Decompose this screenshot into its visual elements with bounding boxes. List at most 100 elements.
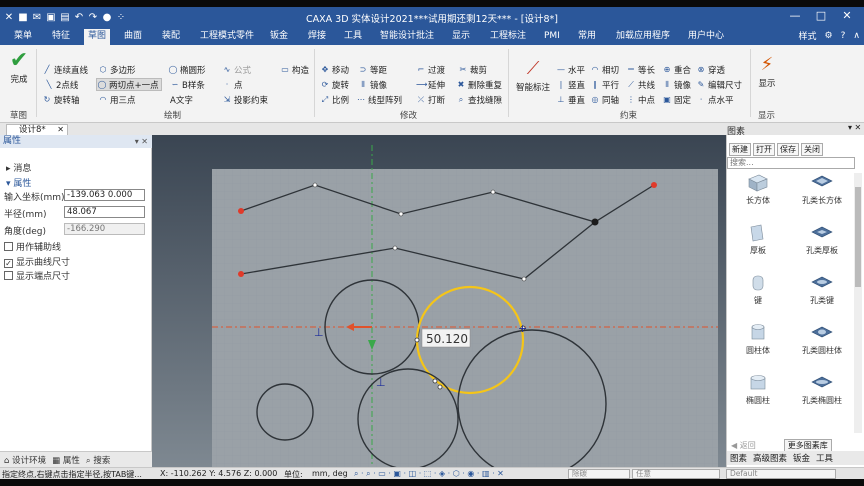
delete-duplicates-button[interactable]: ✖ 删除重复: [456, 78, 502, 91]
edit-dimension-button[interactable]: ✎ 编辑尺寸: [696, 78, 742, 91]
status-dropdown-2[interactable]: 任意: [632, 469, 720, 479]
parallel-constraint-button[interactable]: ∥ 平行: [590, 78, 619, 91]
document-tab[interactable]: 设计8* ✕: [6, 124, 68, 135]
two-point-line-button[interactable]: ╲ 2点线: [44, 78, 79, 91]
pierce-button[interactable]: ⊗ 穿透: [696, 63, 725, 76]
status-dropdown-3[interactable]: Default: [726, 469, 836, 479]
endpoint-marker[interactable]: [238, 271, 244, 277]
construct-button[interactable]: ▭ 构造: [280, 63, 309, 76]
help-icon[interactable]: ?: [841, 31, 846, 41]
tab-design-environment[interactable]: ⌂ 设计环境: [4, 454, 46, 466]
tab-pmi[interactable]: PMI: [540, 29, 564, 45]
gear-icon[interactable]: ⚙: [825, 31, 833, 41]
linear-array-button[interactable]: ⋯ 线型阵列: [356, 93, 402, 106]
formula-button[interactable]: ∿ 公式: [222, 63, 251, 76]
show-curve-dim-checkbox[interactable]: ✓ 显示曲线尺寸: [4, 255, 70, 268]
design-canvas[interactable]: ⊥ ⊥ + 50.120: [152, 135, 726, 467]
projection-constraint-button[interactable]: ⇲ 投影约束: [222, 93, 268, 106]
library-open-button[interactable]: 打开: [753, 143, 775, 156]
rotation-axis-button[interactable]: ↻ 旋转轴: [42, 93, 80, 106]
status-toolbar-icons[interactable]: ⌕ · ⌕ · ▭ · ▣ · ◫ · ⬚ · ◈ · ⬡ · ◉ · ▥ · …: [354, 469, 504, 479]
library-item-cuboid[interactable]: 长方体: [727, 173, 789, 206]
coord-input[interactable]: -139.063 0.000: [64, 189, 145, 201]
equal-length-button[interactable]: ＝等长: [626, 63, 655, 76]
library-item-key[interactable]: 键: [727, 273, 789, 306]
tab-common[interactable]: 常用: [574, 29, 600, 45]
vertical-constraint-button[interactable]: | 竖直: [556, 78, 585, 91]
library-save-button[interactable]: 保存: [777, 143, 799, 156]
library-item-hole-key[interactable]: 孔类键: [791, 273, 853, 306]
ribbon-pin-icon[interactable]: ∧: [853, 31, 860, 41]
props-section[interactable]: ▾ 属性: [6, 176, 31, 189]
point-button[interactable]: · 点: [222, 78, 243, 91]
sketch-svg[interactable]: ⊥ ⊥ + 50.120: [152, 135, 726, 467]
tab-menu[interactable]: 菜单: [10, 29, 36, 45]
ellipse-button[interactable]: ◯ 椭圆形: [168, 63, 206, 76]
collinear-button[interactable]: ⟋ 共线: [626, 78, 655, 91]
polygon-button[interactable]: ⬡ 多边形: [98, 63, 136, 76]
mirror-button[interactable]: ⫴ 镜像: [358, 78, 387, 91]
three-point-arc-button[interactable]: ◠ 用三点: [98, 93, 136, 106]
tab-assembly[interactable]: 装配: [158, 29, 184, 45]
library-new-button[interactable]: 新建: [729, 143, 751, 156]
style-dropdown[interactable]: 样式: [799, 29, 817, 42]
tab-smart-annotation[interactable]: 智能设计批注: [376, 29, 438, 45]
library-item-hole-cylinder[interactable]: 孔类圆柱体: [791, 323, 853, 356]
library-item-hole-plate[interactable]: 孔类厚板: [791, 223, 853, 256]
tab-sheetmetal[interactable]: 钣金: [266, 29, 292, 45]
minimize-button[interactable]: —: [782, 9, 808, 22]
vertex-point[interactable]: [521, 276, 527, 282]
tangent-point[interactable]: [432, 378, 438, 384]
library-item-elliptic-cylinder[interactable]: 椭圆柱: [727, 373, 789, 406]
tab-user-center[interactable]: 用户中心: [684, 29, 728, 45]
library-scrollbar[interactable]: [854, 173, 862, 433]
continuous-line-button[interactable]: ╱ 连续直线: [42, 63, 88, 76]
tangent-constraint-button[interactable]: ◠ 相切: [590, 63, 620, 76]
concentric-button[interactable]: ◎ 同轴: [590, 93, 620, 106]
mirror-constraint-button[interactable]: ⫴ 镜像: [662, 78, 691, 91]
tab-surface[interactable]: 曲面: [120, 29, 146, 45]
library-pin-controls[interactable]: ▾ ✕: [848, 123, 861, 132]
scrollbar-thumb[interactable]: [855, 187, 861, 287]
tab-sketch[interactable]: 草图: [84, 29, 111, 45]
vertex-point[interactable]: [398, 211, 404, 217]
find-gap-button[interactable]: ⌕ 查找缝隙: [456, 93, 502, 106]
midpoint-button[interactable]: ⋮ 中点: [626, 93, 655, 106]
construction-checkbox[interactable]: 用作辅助线: [4, 240, 61, 253]
break-button[interactable]: ⤫ 打断: [416, 93, 445, 106]
rotate-button[interactable]: ⟳ 旋转: [320, 78, 349, 91]
perpendicular-button[interactable]: ⊥ 垂直: [556, 93, 586, 106]
tangent-point[interactable]: [414, 337, 420, 343]
vertex-point[interactable]: [312, 182, 318, 188]
maximize-button[interactable]: □: [808, 9, 834, 22]
fix-button[interactable]: ▣ 固定: [662, 93, 691, 106]
finish-button[interactable]: ✔ 完成: [4, 49, 34, 86]
point-horizontal-button[interactable]: ⋅ 点水平: [696, 93, 734, 106]
tab-library-elements[interactable]: 图素: [730, 452, 747, 464]
show-endpoint-dim-checkbox[interactable]: 显示端点尺寸: [4, 269, 70, 282]
trim-button[interactable]: ✂ 裁剪: [458, 63, 487, 76]
endpoint-marker[interactable]: [238, 208, 244, 214]
tab-display[interactable]: 显示: [448, 29, 474, 45]
coincident-button[interactable]: ⊕ 重合: [662, 63, 691, 76]
text-button[interactable]: A文字: [170, 93, 193, 106]
tab-tools[interactable]: 工具: [340, 29, 366, 45]
status-dropdown-1[interactable]: 除碳: [568, 469, 630, 479]
tab-library-tools[interactable]: 工具: [816, 452, 833, 464]
more-libraries-button[interactable]: 更多图素库: [783, 438, 832, 452]
tangent-point[interactable]: [437, 384, 443, 390]
library-item-hole-elliptic-cylinder[interactable]: 孔类椭圆柱: [791, 373, 853, 406]
tab-search[interactable]: ⌕ 搜索: [86, 454, 110, 466]
library-search-input[interactable]: 搜索...: [727, 157, 855, 169]
tab-load-apps[interactable]: 加载应用程序: [612, 29, 674, 45]
dimension-value[interactable]: 50.120: [426, 332, 468, 346]
tab-advanced-elements[interactable]: 高级图素: [753, 452, 787, 464]
vertex-point[interactable]: [490, 189, 496, 195]
library-item-cylinder[interactable]: 圆柱体: [727, 323, 789, 356]
library-item-plate[interactable]: 厚板: [727, 223, 789, 256]
library-back-button[interactable]: ◀ 返回: [731, 440, 756, 451]
vertex-point[interactable]: [392, 245, 398, 251]
horizontal-constraint-button[interactable]: — 水平: [556, 63, 585, 76]
tab-engineering-part[interactable]: 工程模式零件: [196, 29, 258, 45]
library-close-button[interactable]: 关闭: [801, 143, 823, 156]
